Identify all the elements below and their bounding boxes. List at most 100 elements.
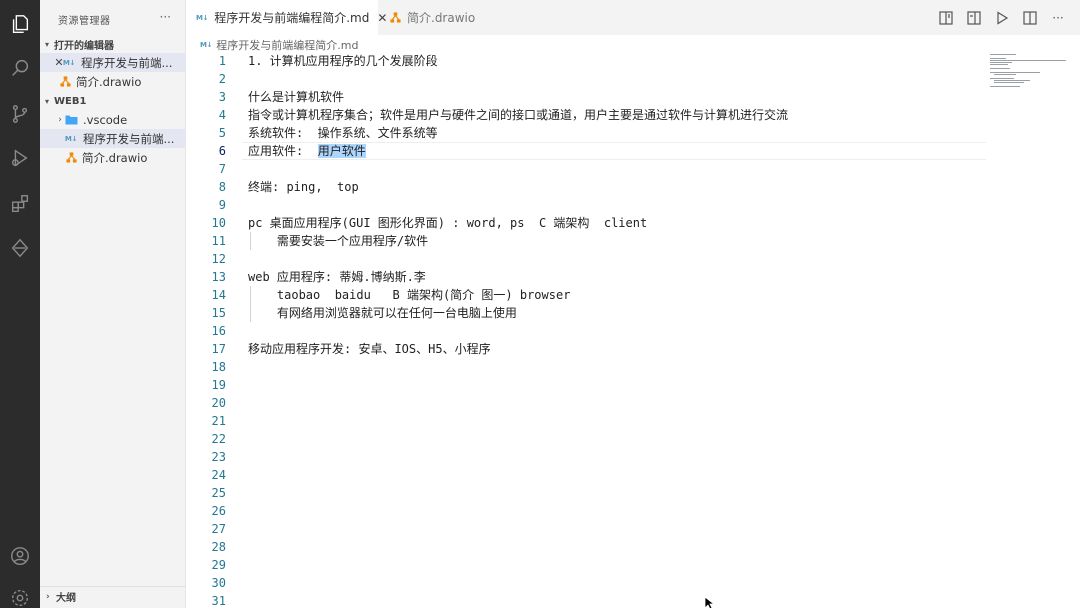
workspace-label: WEB1 (54, 95, 87, 107)
editor-line[interactable]: 30 (186, 574, 986, 592)
close-icon[interactable]: ✕ (40, 56, 63, 69)
account-icon[interactable] (8, 544, 32, 568)
drawio-file-icon (40, 76, 72, 87)
editor-line[interactable]: 26 (186, 502, 986, 520)
line-number: 11 (211, 234, 226, 248)
line-content: 有网络用浏览器就可以在任何一台电脑上使用 (248, 306, 517, 320)
editor-line[interactable]: 16 (186, 322, 986, 340)
run-debug-icon[interactable] (8, 146, 32, 170)
editor-line[interactable]: 25 (186, 484, 986, 502)
editor-line[interactable]: 11 需要安装一个应用程序/软件 (186, 232, 986, 250)
minimap[interactable] (988, 52, 1068, 152)
file-item-md[interactable]: M↓ 程序开发与前端... (40, 129, 186, 148)
editor-line[interactable]: 19 (186, 376, 986, 394)
chevron-right-icon: › (58, 114, 62, 125)
editor-line[interactable]: 14 taobao baidu B 端架构(简介 图一) browser (186, 286, 986, 304)
open-editors-section[interactable]: ▾ 打开的编辑器 (40, 35, 186, 53)
run-icon[interactable] (994, 10, 1010, 26)
extensions-icon[interactable] (8, 192, 32, 216)
breadcrumb[interactable]: M↓ 程序开发与前端编程简介.md (200, 37, 358, 53)
editor-actions: ··· (938, 10, 1066, 26)
editor-line[interactable]: 3 什么是计算机软件 (186, 88, 986, 106)
editor-line[interactable]: 6 应用软件: 用户软件 (186, 142, 986, 160)
line-number: 8 (218, 180, 226, 194)
editor-line[interactable]: 20 (186, 394, 986, 412)
line-text: 指令或计算机程序集合；软件是用户与硬件之间的接口或通道，用户主要是通过软件与计算… (248, 106, 788, 124)
folder-item-vscode[interactable]: › .vscode (40, 110, 186, 129)
editor-line[interactable]: 2 (186, 70, 986, 88)
explorer-icon[interactable] (8, 12, 32, 36)
chevron-down-icon: ▾ (45, 96, 50, 106)
markdown-file-icon: M↓ (62, 58, 76, 67)
line-number: 14 (211, 288, 226, 302)
editor-line[interactable]: 24 (186, 466, 986, 484)
line-number: 20 (211, 396, 226, 410)
minimap-line (994, 82, 1024, 83)
editor-line[interactable]: 5 系统软件: 操作系统、文件系统等 (186, 124, 986, 142)
line-text: 1. 计算机应用程序的几个发展阶段 (248, 52, 438, 70)
minimap-line (990, 68, 1010, 69)
line-content: 什么是计算机软件 (248, 90, 345, 104)
file-name: 程序开发与前端... (83, 131, 175, 146)
editor-line[interactable]: 1 1. 计算机应用程序的几个发展阶段 (186, 52, 986, 70)
workspace-section[interactable]: ▾ WEB1 (40, 92, 186, 110)
explorer-title: 资源管理器 (58, 16, 111, 27)
editor-line[interactable]: 22 (186, 430, 986, 448)
editor-line[interactable]: 17 移动应用程序开发: 安卓、IOS、H5、小程序 (186, 340, 986, 358)
editor-line[interactable]: 28 (186, 538, 986, 556)
outline-section[interactable]: › 大纲 (40, 586, 186, 606)
code-editor[interactable]: 1 1. 计算机应用程序的几个发展阶段 2 3 什么是计算机软件 4 指令或计算机程序集合；… (186, 52, 986, 608)
editor-line[interactable]: 18 (186, 358, 986, 376)
file-item-drawio[interactable]: 简介.drawio (40, 148, 186, 167)
line-number: 29 (211, 558, 226, 572)
line-content: 移动应用程序开发: 安卓、IOS、H5、小程序 (248, 342, 491, 356)
settings-gear-icon[interactable] (8, 586, 32, 608)
minimap-line (990, 58, 1006, 59)
minimap-line (990, 78, 1014, 79)
editor-line[interactable]: 23 (186, 448, 986, 466)
editor-line[interactable]: 10 pc 桌面应用程序(GUI 图形化界面) : word, ps C 端架构 … (186, 214, 986, 232)
line-number: 23 (211, 450, 226, 464)
editor-line[interactable]: 13 web 应用程序: 蒂姆.博纳斯.李 (186, 268, 986, 286)
chevron-right-icon: › (46, 591, 50, 602)
line-number: 16 (211, 324, 226, 338)
editor-line[interactable]: 27 (186, 520, 986, 538)
minimap-line (990, 54, 1016, 55)
more-actions-icon[interactable]: ··· (1050, 10, 1066, 26)
line-content: 终端: ping, top (248, 180, 359, 194)
open-preview-side-icon[interactable] (966, 10, 982, 26)
editor-line[interactable]: 4 指令或计算机程序集合；软件是用户与硬件之间的接口或通道，用户主要是通过软件与计… (186, 106, 986, 124)
line-number: 24 (211, 468, 226, 482)
tab-drawio-file[interactable]: 简介.drawio (378, 0, 482, 35)
editor-line[interactable]: 29 (186, 556, 986, 574)
breadcrumb-file[interactable]: 程序开发与前端编程简介.md (216, 37, 358, 53)
open-editor-item-drawio[interactable]: 简介.drawio (40, 72, 186, 91)
editor-line[interactable]: 12 (186, 250, 986, 268)
line-content: pc 桌面应用程序(GUI 图形化界面) : word, ps C 端架构 cl… (248, 216, 648, 230)
search-icon[interactable] (8, 56, 32, 80)
source-control-icon[interactable] (8, 102, 32, 126)
line-text: 应用软件: 用户软件 (248, 142, 366, 160)
editor-line[interactable]: 8 终端: ping, top (186, 178, 986, 196)
line-number: 10 (211, 216, 226, 230)
line-text: pc 桌面应用程序(GUI 图形化界面) : word, ps C 端架构 cl… (248, 214, 647, 232)
line-number: 7 (218, 162, 226, 176)
tab-markdown-file[interactable]: M↓ 程序开发与前端编程简介.md ✕ (186, 0, 387, 35)
activity-bar (0, 0, 40, 608)
remote-explorer-icon[interactable] (8, 236, 32, 260)
split-editor-icon[interactable] (1022, 10, 1038, 26)
open-preview-icon[interactable] (938, 10, 954, 26)
tab-label: 程序开发与前端编程简介.md (214, 11, 370, 25)
line-text: web 应用程序: 蒂姆.博纳斯.李 (248, 268, 426, 286)
more-actions-icon[interactable]: ··· (160, 10, 171, 24)
line-number: 1 (218, 54, 226, 68)
editor-line[interactable]: 31 (186, 592, 986, 608)
editor-line[interactable]: 21 (186, 412, 986, 430)
line-number: 2 (218, 72, 226, 86)
mouse-cursor-icon (704, 595, 716, 608)
editor-line[interactable]: 7 (186, 160, 986, 178)
line-number: 4 (218, 108, 226, 122)
open-editor-item-md[interactable]: ✕ M↓ 程序开发与前端... (40, 53, 186, 72)
editor-line[interactable]: 9 (186, 196, 986, 214)
editor-line[interactable]: 15 有网络用浏览器就可以在任何一台电脑上使用 (186, 304, 986, 322)
